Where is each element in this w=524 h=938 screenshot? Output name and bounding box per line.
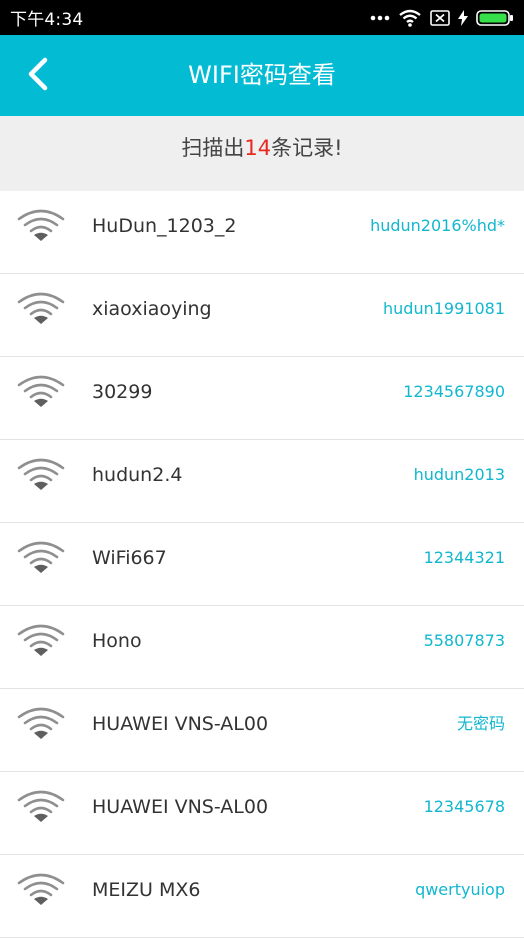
wifi-list-item[interactable]: WiFi667 12344321 — [0, 523, 524, 606]
status-time: 下午4:34 — [10, 10, 84, 30]
wifi-ssid: HUAWEI VNS-AL00 — [92, 713, 269, 735]
wifi-list: HuDun_1203_2 hudun2016%hd* xiaoxiaoying … — [0, 191, 524, 938]
wifi-icon — [16, 622, 66, 658]
summary-count: 14 — [244, 136, 272, 160]
wifi-list-item[interactable]: HUAWEI VNS-AL00 12345678 — [0, 772, 524, 855]
wifi-password: 无密码 — [456, 714, 505, 733]
wifi-ssid: 30299 — [92, 381, 153, 403]
wifi-password: hudun2016%hd* — [370, 216, 505, 235]
wifi-ssid: HuDun_1203_2 — [92, 215, 237, 237]
wifi-password: qwertyuiop — [415, 880, 505, 899]
wifi-ssid: hudun2.4 — [92, 464, 183, 486]
wifi-password: hudun1991081 — [383, 299, 505, 318]
wifi-list-item[interactable]: 30299 1234567890 — [0, 357, 524, 440]
wifi-ssid: WiFi667 — [92, 547, 167, 569]
wifi-ssid: xiaoxiaoying — [92, 298, 212, 320]
wifi-icon — [16, 207, 66, 243]
wifi-icon — [16, 871, 66, 907]
wifi-signal-icon — [398, 9, 422, 27]
wifi-password: 12344321 — [423, 548, 505, 567]
wifi-icon — [16, 373, 66, 409]
wifi-list-item[interactable]: HuDun_1203_2 hudun2016%hd* — [0, 191, 524, 274]
wifi-password: hudun2013 — [413, 465, 505, 484]
wifi-icon — [16, 456, 66, 492]
page-title: WIFI密码查看 — [188, 61, 336, 89]
wifi-icon — [16, 539, 66, 575]
wifi-ssid: MEIZU MX6 — [92, 879, 201, 901]
wifi-password: 1234567890 — [403, 382, 505, 401]
wifi-password: 12345678 — [423, 797, 505, 816]
wifi-list-item[interactable]: hudun2.4 hudun2013 — [0, 440, 524, 523]
sim-x-icon — [430, 9, 450, 26]
charging-bolt-icon — [458, 9, 468, 26]
summary-suffix: 条记录! — [271, 136, 343, 160]
wifi-ssid: HUAWEI VNS-AL00 — [92, 796, 269, 818]
wifi-list-item[interactable]: MEIZU MX6 qwertyuiop — [0, 855, 524, 938]
summary-prefix: 扫描出 — [181, 136, 245, 160]
status-bar: 下午4:34 — [0, 0, 524, 35]
wifi-list-item[interactable]: Hono 55807873 — [0, 606, 524, 689]
wifi-list-item[interactable]: HUAWEI VNS-AL00 无密码 — [0, 689, 524, 772]
more-dots-icon — [370, 15, 390, 21]
wifi-password: 55807873 — [423, 631, 505, 650]
wifi-icon — [16, 290, 66, 326]
wifi-icon — [16, 705, 66, 741]
wifi-ssid: Hono — [92, 630, 142, 652]
app-bar: WIFI密码查看 — [0, 35, 524, 116]
wifi-list-item[interactable]: xiaoxiaoying hudun1991081 — [0, 274, 524, 357]
wifi-icon — [16, 788, 66, 824]
status-icons — [370, 9, 514, 27]
scan-summary: 扫描出14条记录! — [0, 116, 524, 191]
battery-icon — [476, 9, 514, 26]
